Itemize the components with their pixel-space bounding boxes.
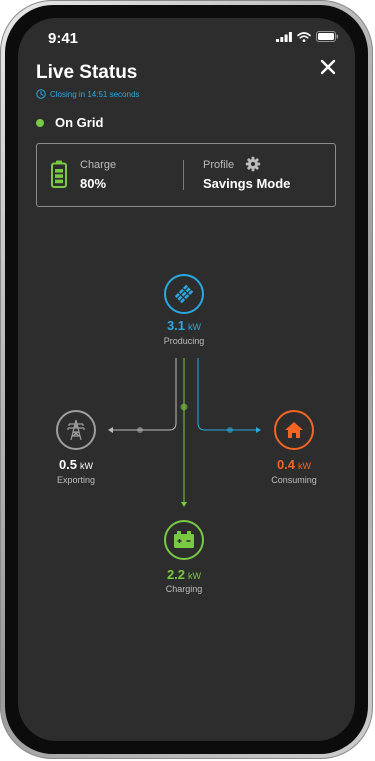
energy-flow-lines (108, 358, 261, 507)
home-value: 0.4 kW (254, 457, 334, 472)
battery-value: 2.2 kW (144, 567, 224, 582)
power-tower-icon (67, 419, 85, 441)
home-caption: Consuming (271, 475, 317, 485)
battery-icon (174, 531, 194, 548)
battery-value-number: 2.2 (166, 567, 186, 582)
house-icon (285, 422, 303, 438)
home-flow (197, 358, 261, 433)
grid-caption: Exporting (56, 475, 96, 485)
home-node[interactable] (274, 410, 314, 450)
grid-value-number: 0.5 (58, 457, 78, 472)
battery-value-unit: kW (188, 571, 202, 581)
home-value-number: 0.4 (276, 457, 296, 472)
home-value-unit: kW (298, 461, 312, 471)
battery-node[interactable] (164, 520, 204, 560)
solar-panel-icon (174, 284, 194, 304)
grid-export-flow (108, 358, 177, 433)
grid-node[interactable] (56, 410, 96, 450)
solar-caption: Producing (163, 336, 205, 346)
solar-node[interactable] (164, 274, 204, 314)
grid-value: 0.5 kW (36, 457, 116, 472)
battery-flow (180, 358, 188, 507)
grid-value-unit: kW (80, 461, 94, 471)
battery-caption: Charging (165, 584, 203, 594)
solar-value: 3.1 kW (144, 318, 224, 333)
solar-value-unit: kW (188, 322, 202, 332)
app-screen: 9:41 Live Status Closing in 14:51 second… (18, 18, 355, 741)
solar-value-number: 3.1 (166, 318, 186, 333)
